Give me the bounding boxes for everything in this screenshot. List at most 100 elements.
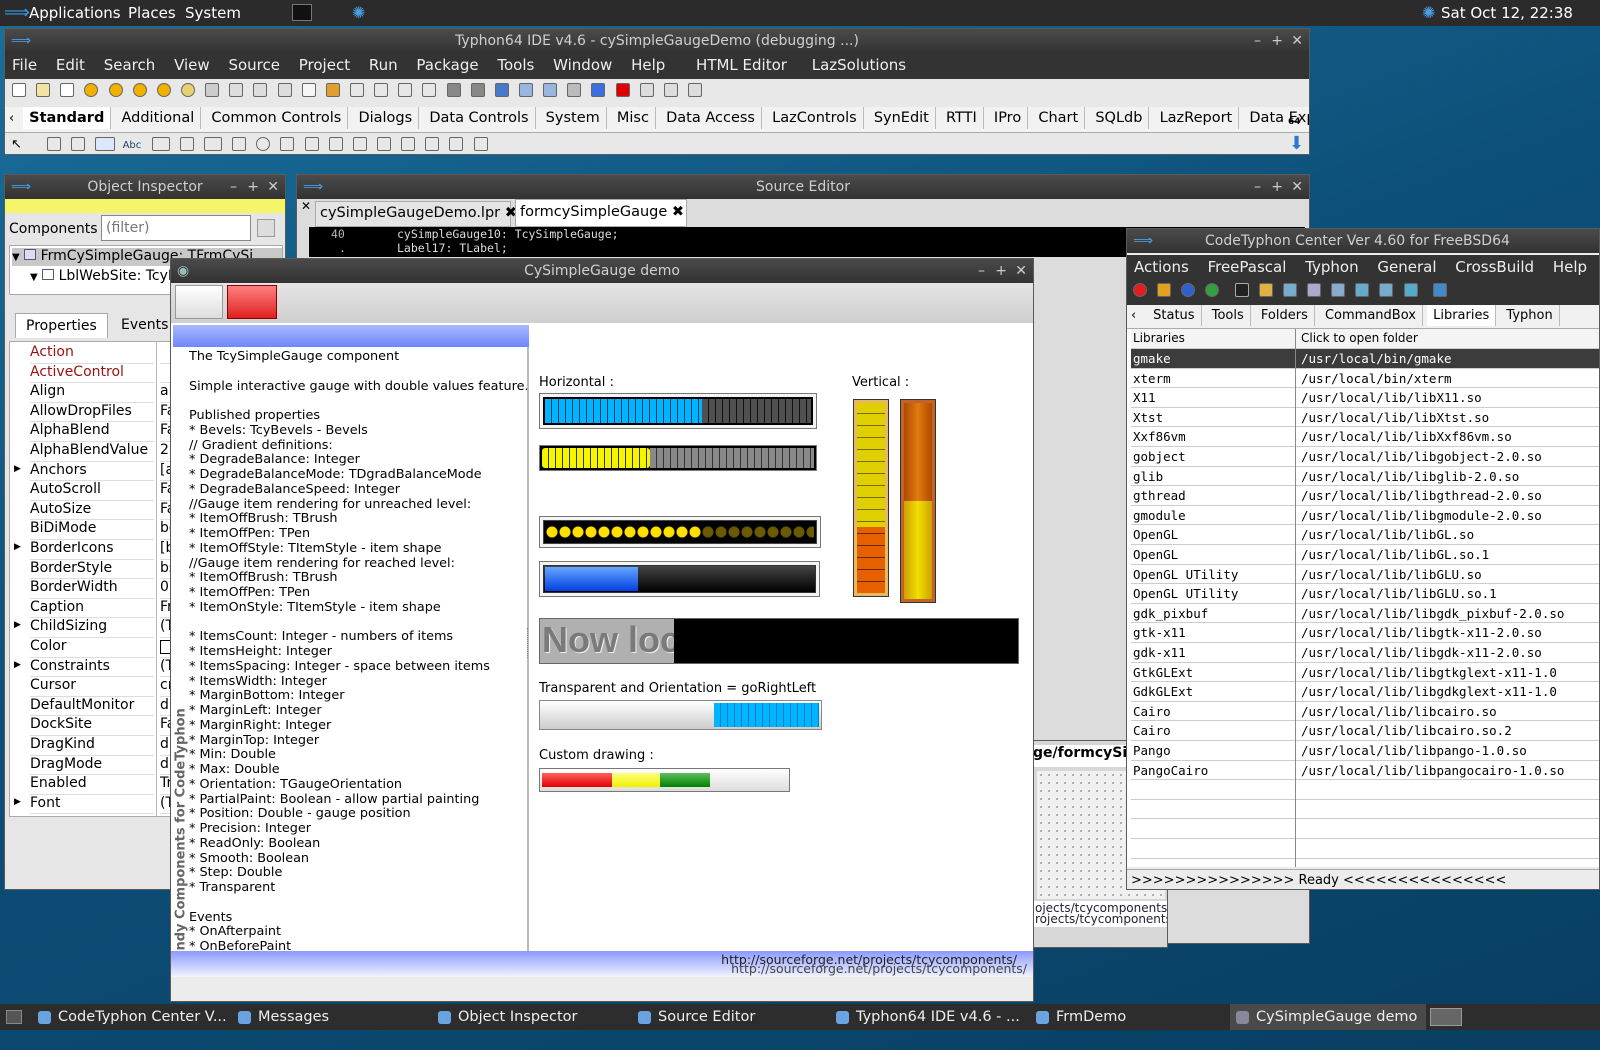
panel-component-icon[interactable] — [425, 137, 440, 151]
build-icon[interactable] — [325, 83, 340, 97]
check-icon[interactable] — [1306, 283, 1321, 297]
library-row[interactable]: gthread/usr/local/lib/libgthread-2.0.so — [1131, 486, 1599, 506]
library-row[interactable]: gobject/usr/local/lib/libgobject-2.0.so — [1131, 447, 1599, 467]
property-name[interactable]: Color — [30, 638, 154, 658]
library-path[interactable]: /usr/local/lib/libcairo.so — [1301, 704, 1497, 719]
oi-minimize-button[interactable]: – — [230, 175, 237, 199]
property-name[interactable]: AlphaBlend — [30, 422, 154, 442]
ide-window-icon[interactable]: ⟹ — [11, 29, 31, 53]
library-path[interactable]: /usr/local/lib/libgthread-2.0.so — [1301, 488, 1542, 503]
library-path[interactable]: /usr/local/lib/libgdk_pixbuf-2.0.so — [1301, 606, 1564, 621]
library-row[interactable]: Pango/usr/local/lib/libpango-1.0.so — [1131, 741, 1599, 761]
stop-icon[interactable] — [615, 83, 630, 97]
palette-tab-chart[interactable]: Chart — [1032, 107, 1086, 129]
palette-tab-dialogs[interactable]: Dialogs — [352, 107, 420, 129]
tab-properties[interactable]: Properties — [15, 313, 108, 338]
palette-tab-standard[interactable]: Standard — [23, 107, 112, 129]
palette-tab-sqldb[interactable]: SQLdb — [1089, 107, 1150, 129]
property-name[interactable]: DragKind — [30, 736, 154, 756]
property-name[interactable]: DragMode — [30, 756, 154, 776]
library-row[interactable]: gdk_pixbuf/usr/local/lib/libgdk_pixbuf-2… — [1131, 604, 1599, 624]
menu-file[interactable]: File — [5, 53, 44, 77]
import-icon[interactable] — [1282, 283, 1297, 297]
library-row[interactable]: Xtst/usr/local/lib/libXtst.so — [1131, 408, 1599, 428]
run-dropdown-icon[interactable] — [494, 83, 509, 97]
find-icon[interactable] — [422, 83, 437, 97]
library-path[interactable]: /usr/local/lib/libXxf86vm.so — [1301, 429, 1512, 444]
property-name[interactable]: AutoScroll — [30, 481, 154, 501]
splitter-handle[interactable] — [527, 628, 529, 658]
menu-project[interactable]: Project — [292, 53, 357, 77]
property-name[interactable]: BorderWidth — [30, 579, 154, 599]
windows-icon[interactable] — [398, 83, 413, 97]
checkbox-component-icon[interactable] — [232, 137, 247, 151]
center-tab-libraries[interactable]: Libraries — [1427, 305, 1497, 326]
palette-tab-lazreport[interactable]: LazReport — [1154, 107, 1240, 129]
menu-help[interactable]: Help — [624, 53, 672, 77]
open-project-icon[interactable] — [108, 83, 123, 97]
close-button[interactable]: ✕ — [1291, 29, 1303, 53]
library-path[interactable]: /usr/local/lib/libGL.so — [1301, 527, 1474, 542]
package-icon[interactable] — [349, 83, 364, 97]
property-name[interactable]: DockSite — [30, 716, 154, 736]
palette-tab-lazcontrols[interactable]: LazControls — [766, 107, 864, 129]
property-name[interactable]: Font — [30, 795, 154, 815]
menu-window[interactable]: Window — [546, 53, 619, 77]
view-units-icon[interactable] — [205, 83, 220, 97]
library-row[interactable]: glib/usr/local/lib/libglib-2.0.so — [1131, 467, 1599, 487]
taskbar-item-messages[interactable]: Messages — [232, 1004, 428, 1030]
property-name[interactable]: Constraints — [30, 658, 154, 678]
expand-arrow-icon[interactable]: ▶ — [14, 797, 21, 807]
library-row[interactable]: OpenGL/usr/local/lib/libGL.so.1 — [1131, 545, 1599, 565]
gauge-custom-drawing[interactable] — [539, 768, 790, 792]
library-row[interactable]: Cairo/usr/local/lib/libcairo.so — [1131, 702, 1599, 722]
palette-tab-ipro[interactable]: IPro — [988, 107, 1029, 129]
step-icon[interactable] — [543, 83, 558, 97]
palette-tab-rtti[interactable]: RTTI — [940, 107, 984, 129]
terminal-launcher-icon[interactable] — [292, 4, 312, 21]
center-window-icon[interactable]: ⟹ — [1133, 229, 1153, 253]
center-menu-actions[interactable]: Actions — [1127, 255, 1196, 279]
clock[interactable]: Sat Oct 12, 22:38 — [1441, 4, 1573, 22]
gauge-vertical-left[interactable] — [853, 399, 889, 597]
se-close-button[interactable]: ✕ — [1291, 175, 1303, 199]
mainmenu-component-icon[interactable] — [47, 137, 62, 151]
center-menu-typhon[interactable]: Typhon — [1298, 255, 1365, 279]
scrollbar-component-icon[interactable] — [328, 137, 343, 151]
center-menu-help[interactable]: Help — [1546, 255, 1594, 279]
library-row[interactable]: GtkGLExt/usr/local/lib/libgtkglext-x11-1… — [1131, 663, 1599, 683]
menu-package[interactable]: Package — [409, 53, 485, 77]
library-row[interactable]: GdkGLExt/usr/local/lib/libgdkglext-x11-1… — [1131, 682, 1599, 702]
se-maximize-button[interactable]: + — [1271, 175, 1283, 199]
menu-run[interactable]: Run — [362, 53, 405, 77]
debug-icon[interactable] — [470, 83, 485, 97]
library-path[interactable]: /usr/local/lib/libgtkglext-x11-1.0 — [1301, 665, 1557, 680]
tools-icon[interactable] — [1331, 283, 1346, 297]
center-tab-status[interactable]: Status — [1147, 305, 1202, 326]
refresh-icon[interactable] — [1205, 283, 1220, 297]
library-row[interactable]: Cairo/usr/local/lib/libcairo.so.2 — [1131, 721, 1599, 741]
download-icon[interactable] — [1157, 283, 1172, 297]
new-form-icon[interactable] — [36, 83, 51, 97]
palette-tab-common-controls[interactable]: Common Controls — [205, 107, 349, 129]
inspect-icon[interactable] — [374, 83, 389, 97]
frame-component-icon[interactable] — [449, 137, 464, 151]
terminal-icon[interactable] — [1234, 283, 1249, 297]
codetyphon-logo-icon[interactable]: ⟹ — [4, 2, 30, 23]
combobox-component-icon[interactable] — [304, 137, 319, 151]
property-name[interactable]: BiDiMode — [30, 520, 154, 540]
components-icon[interactable] — [446, 83, 461, 97]
menu-tools[interactable]: Tools — [490, 53, 541, 77]
gauge-horizontal-smooth[interactable] — [539, 561, 820, 597]
demo-close-button[interactable]: ✕ — [1015, 259, 1027, 283]
menu-view[interactable]: View — [167, 53, 217, 77]
property-name[interactable]: AutoSize — [30, 501, 154, 521]
library-row[interactable]: OpenGL UTility/usr/local/lib/libGLU.so.1 — [1131, 584, 1599, 604]
maximize-button[interactable]: + — [1271, 29, 1283, 53]
property-name[interactable]: ActiveControl — [30, 364, 154, 384]
library-row[interactable]: gtk-x11/usr/local/lib/libgtk-x11-2.0.so — [1131, 623, 1599, 643]
gauge-vertical-right[interactable] — [900, 399, 936, 603]
gauge-horizontal-round[interactable] — [539, 516, 821, 548]
center-tabs-prev-icon[interactable]: ‹ — [1127, 308, 1143, 323]
expand-arrow-icon[interactable]: ▶ — [14, 660, 21, 670]
